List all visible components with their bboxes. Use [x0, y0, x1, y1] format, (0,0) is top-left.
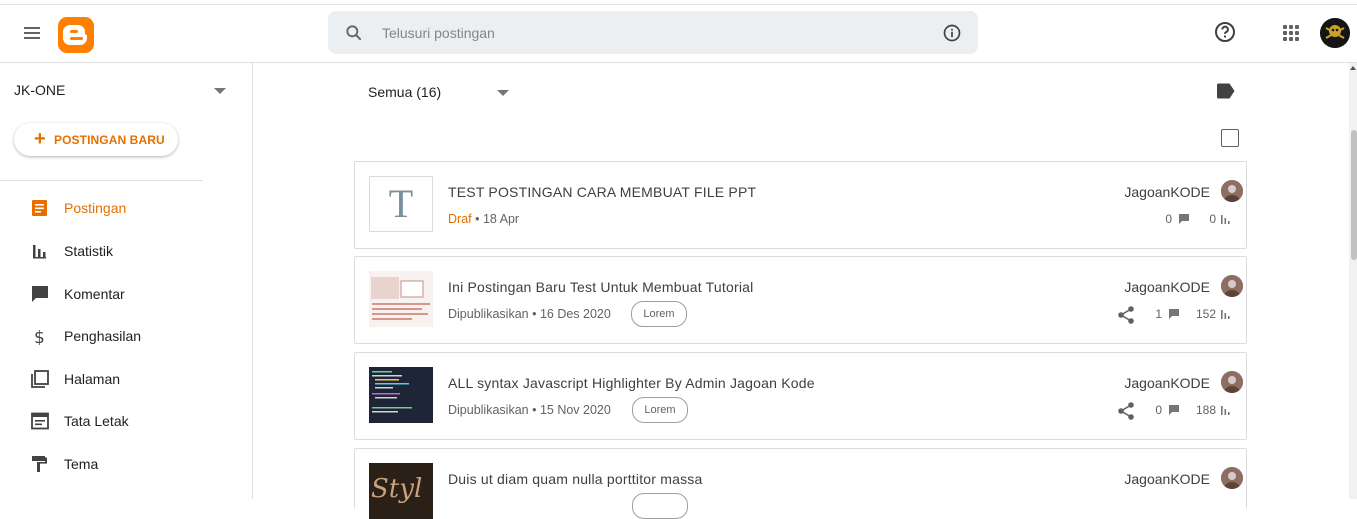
post-status: Dipublikasikan — [448, 307, 529, 321]
svg-text:$: $ — [34, 328, 45, 345]
post-date: • 18 Apr — [475, 212, 520, 226]
info-icon[interactable] — [942, 23, 962, 43]
view-count: 152 — [1195, 307, 1216, 321]
stats-icon — [1221, 406, 1230, 415]
scrollbar[interactable] — [1349, 63, 1357, 499]
blog-selector[interactable]: JK-ONE — [14, 82, 65, 98]
sidebar-item-posts[interactable]: Postingan — [0, 188, 252, 228]
comment-count: 0 — [1165, 212, 1172, 226]
posts-main: Semua (16) T TEST POSTINGAN CARA MEMBUAT… — [253, 63, 1348, 519]
post-stats: 0 188 — [1132, 401, 1232, 419]
post-status: Draf — [448, 212, 472, 226]
pages-icon — [31, 370, 49, 388]
post-card[interactable]: Styl Duis ut diam quam nulla porttitor m… — [354, 448, 1247, 519]
post-author: JagoanKODE — [1124, 184, 1210, 200]
sidebar-item-label: Statistik — [64, 243, 114, 259]
apps-grid-icon[interactable] — [1281, 23, 1301, 43]
app-header — [0, 5, 1357, 63]
post-title[interactable]: TEST POSTINGAN CARA MEMBUAT FILE PPT — [448, 184, 756, 200]
comment-icon — [1179, 214, 1189, 224]
sidebar: JK-ONE + POSTINGAN BARU Postingan Statis… — [0, 63, 253, 499]
post-title[interactable]: ALL syntax Javascript Highlighter By Adm… — [448, 375, 815, 391]
post-meta: Draf • 18 Apr — [448, 212, 519, 226]
sidebar-item-comments[interactable]: Komentar — [0, 274, 252, 314]
search-input[interactable] — [380, 21, 924, 45]
sidebar-divider — [0, 180, 203, 181]
new-post-label: POSTINGAN BARU — [54, 133, 165, 147]
chevron-down-icon[interactable] — [214, 88, 226, 94]
comment-icon — [1169, 309, 1179, 319]
post-stats: 0 0 — [1142, 210, 1232, 228]
sidebar-item-label: Postingan — [64, 200, 127, 216]
post-label-chip[interactable]: Lorem — [632, 397, 688, 423]
post-author: JagoanKODE — [1124, 471, 1210, 487]
sidebar-item-layout[interactable]: Tata Letak — [0, 401, 252, 441]
post-meta: Dipublikasikan • 15 Nov 2020 — [448, 403, 611, 417]
sidebar-item-stats[interactable]: Statistik — [0, 231, 252, 271]
post-thumbnail: T — [369, 176, 433, 232]
layout-icon — [31, 412, 49, 430]
post-card[interactable]: Ini Postingan Baru Test Untuk Membuat Tu… — [354, 256, 1247, 344]
post-author: JagoanKODE — [1124, 279, 1210, 295]
comment-icon — [1169, 405, 1179, 415]
author-avatar — [1221, 275, 1243, 297]
stats-icon — [1221, 310, 1230, 319]
sidebar-item-label: Tema — [64, 456, 99, 472]
label-icon[interactable] — [1216, 83, 1236, 99]
theme-icon — [32, 456, 47, 472]
post-title[interactable]: Ini Postingan Baru Test Untuk Membuat Tu… — [448, 279, 753, 295]
sidebar-item-earnings[interactable]: $ Penghasilan — [0, 316, 252, 356]
sidebar-item-label: Penghasilan — [64, 328, 142, 344]
comment-count: 1 — [1155, 307, 1162, 321]
scrollbar-thumb[interactable] — [1351, 130, 1357, 260]
svg-text:Styl: Styl — [371, 474, 422, 504]
post-author: JagoanKODE — [1124, 375, 1210, 391]
sidebar-item-pages[interactable]: Halaman — [0, 359, 252, 399]
select-all-checkbox[interactable] — [1221, 129, 1239, 147]
post-filter-select[interactable]: Semua (16) — [368, 84, 441, 100]
scroll-up-arrow-icon[interactable] — [1350, 66, 1356, 70]
comment-count: 0 — [1155, 403, 1162, 417]
post-date: • 15 Nov 2020 — [532, 403, 611, 417]
post-meta: Dipublikasikan • 16 Des 2020 — [448, 307, 611, 321]
post-thumbnail — [369, 367, 433, 423]
comment-icon — [32, 286, 48, 302]
post-card[interactable]: ALL syntax Javascript Highlighter By Adm… — [354, 352, 1247, 440]
posts-icon — [32, 200, 47, 216]
draft-thumb-letter: T — [388, 181, 414, 226]
help-icon[interactable] — [1213, 20, 1237, 44]
author-avatar — [1221, 371, 1243, 393]
account-avatar[interactable] — [1320, 18, 1350, 48]
sidebar-item-theme[interactable]: Tema — [0, 444, 252, 484]
stats-icon — [33, 245, 46, 259]
post-title[interactable]: Duis ut diam quam nulla porttitor massa — [448, 471, 702, 487]
post-status: Dipublikasikan — [448, 403, 529, 417]
post-label-chip[interactable] — [632, 493, 688, 519]
search-bar[interactable] — [328, 11, 978, 54]
sidebar-item-label: Komentar — [64, 286, 125, 302]
hamburger-menu-icon[interactable] — [20, 21, 44, 45]
post-thumbnail — [369, 271, 433, 327]
author-avatar — [1221, 467, 1243, 489]
plus-icon: + — [34, 128, 46, 150]
dollar-icon: $ — [34, 328, 45, 345]
view-count: 0 — [1209, 212, 1216, 226]
blogger-logo-icon[interactable] — [58, 17, 94, 53]
post-thumbnail: Styl — [369, 463, 433, 519]
post-date: • 16 Des 2020 — [532, 307, 611, 321]
sidebar-item-label: Halaman — [64, 371, 121, 387]
new-post-button[interactable]: + POSTINGAN BARU — [14, 123, 178, 156]
author-avatar — [1221, 180, 1243, 202]
post-label-chip[interactable]: Lorem — [631, 301, 687, 327]
post-card[interactable]: T TEST POSTINGAN CARA MEMBUAT FILE PPT D… — [354, 161, 1247, 249]
view-count: 188 — [1195, 403, 1216, 417]
chevron-down-icon[interactable] — [497, 90, 509, 96]
post-stats: 1 152 — [1132, 305, 1232, 323]
sidebar-item-label: Tata Letak — [64, 413, 129, 429]
search-icon — [346, 25, 362, 41]
stats-icon — [1221, 215, 1230, 224]
